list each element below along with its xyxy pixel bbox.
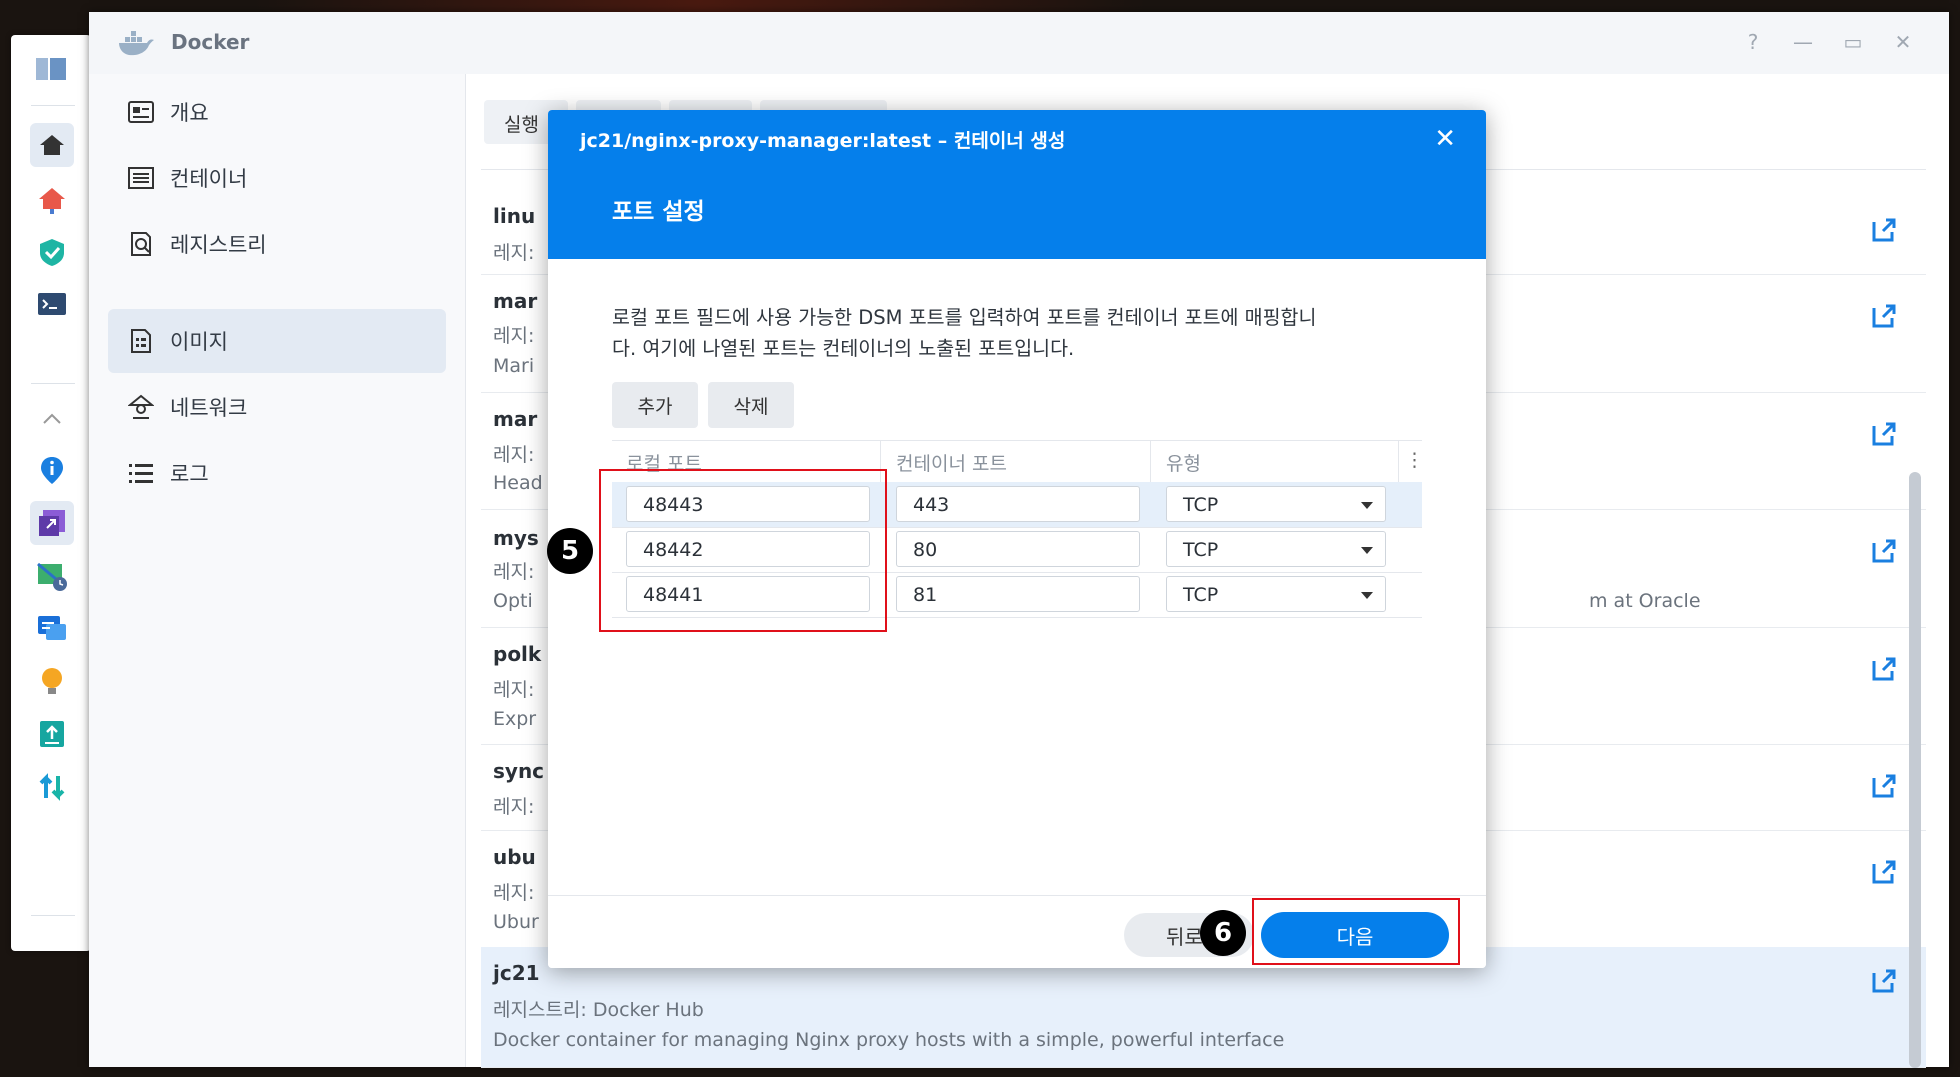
external-link-icon[interactable] <box>1870 967 1898 995</box>
window-title: Docker <box>171 30 250 54</box>
chat-icon[interactable] <box>30 607 74 651</box>
help-button[interactable]: ? <box>1739 30 1767 54</box>
external-link-icon[interactable] <box>1870 216 1898 244</box>
sidebar-item-container[interactable]: 컨테이너 <box>108 146 446 210</box>
type-select[interactable]: TCP <box>1166 576 1386 612</box>
external-link-icon[interactable] <box>1870 655 1898 683</box>
house-network-icon[interactable] <box>30 178 74 222</box>
step-badge-6: 6 <box>1200 910 1246 956</box>
chevron-down-icon <box>1361 502 1373 509</box>
close-window-button[interactable]: ✕ <box>1889 30 1917 54</box>
overview-icon <box>126 97 156 127</box>
sidebar-item-label: 이미지 <box>170 330 228 354</box>
sidebar-nav: 개요 컨테이너 레지스트리 이미지 네트워크 로그 <box>89 74 466 1067</box>
scrollbar[interactable] <box>1909 472 1921 1068</box>
external-link-icon[interactable] <box>1870 537 1898 565</box>
sidebar-item-label: 네트워크 <box>170 396 248 420</box>
sidebar-item-label: 로그 <box>170 462 209 486</box>
docker-app-icon[interactable] <box>30 501 74 545</box>
image-icon <box>126 326 156 356</box>
docker-whale-icon <box>117 29 155 61</box>
sidebar-item-label: 컨테이너 <box>170 167 248 191</box>
chevron-down-icon <box>1361 547 1373 554</box>
maximize-button[interactable]: ▭ <box>1839 30 1867 54</box>
container-port-input[interactable]: 81 <box>896 576 1140 612</box>
home-icon[interactable] <box>30 123 74 167</box>
sidebar-item-image[interactable]: 이미지 <box>108 309 446 373</box>
container-port-input[interactable]: 443 <box>896 486 1140 522</box>
upload-icon[interactable] <box>30 712 74 756</box>
column-header-container-port[interactable]: 컨테이너 포트 <box>896 449 1007 476</box>
close-icon[interactable]: ✕ <box>1434 124 1456 154</box>
dsm-logo-icon[interactable] <box>30 47 74 91</box>
sidebar-item-overview[interactable]: 개요 <box>108 80 446 144</box>
container-icon <box>126 163 156 193</box>
sidebar-item-log[interactable]: 로그 <box>108 441 446 505</box>
column-menu-icon[interactable]: ⋮ <box>1405 449 1424 471</box>
sidebar-item-network[interactable]: 네트워크 <box>108 375 446 439</box>
highlight-box-next <box>1252 898 1460 965</box>
section-title: 포트 설정 <box>612 199 705 225</box>
highlight-box-local-ports <box>599 469 887 632</box>
column-header-type[interactable]: 유형 <box>1166 449 1201 476</box>
registry-icon <box>126 229 156 259</box>
add-button[interactable]: 추가 <box>612 382 698 428</box>
external-link-icon[interactable] <box>1870 420 1898 448</box>
step-badge-5: 5 <box>547 528 593 574</box>
external-link-icon[interactable] <box>1870 772 1898 800</box>
chevron-up-icon[interactable] <box>30 397 74 441</box>
container-port-input[interactable]: 80 <box>896 531 1140 567</box>
terminal-icon[interactable] <box>30 282 74 326</box>
log-icon <box>126 458 156 488</box>
dialog-title: jc21/nginx-proxy-manager:latest – 컨테이너 생… <box>580 130 1066 152</box>
sidebar-item-registry[interactable]: 레지스트리 <box>108 212 446 276</box>
sidebar-item-label: 개요 <box>170 101 209 125</box>
delete-button[interactable]: 삭제 <box>708 382 794 428</box>
external-link-icon[interactable] <box>1870 858 1898 886</box>
sync-icon[interactable] <box>30 765 74 809</box>
dialog-description: 로컬 포트 필드에 사용 가능한 DSM 포트를 입력하여 포트를 컨테이너 포… <box>612 306 1317 360</box>
dsm-taskbar <box>11 35 91 951</box>
type-select[interactable]: TCP <box>1166 531 1386 567</box>
dialog-header: jc21/nginx-proxy-manager:latest – 컨테이너 생… <box>548 110 1486 259</box>
external-link-icon[interactable] <box>1870 302 1898 330</box>
chevron-down-icon <box>1361 592 1373 599</box>
mail-clock-icon[interactable] <box>30 554 74 598</box>
network-icon <box>126 392 156 422</box>
lightbulb-icon[interactable] <box>30 660 74 704</box>
type-select[interactable]: TCP <box>1166 486 1386 522</box>
sidebar-item-label: 레지스트리 <box>170 233 267 257</box>
shield-icon[interactable] <box>30 230 74 274</box>
window-titlebar: Docker ? — ▭ ✕ <box>89 12 1949 75</box>
info-icon[interactable] <box>30 448 74 492</box>
minimize-button[interactable]: — <box>1789 30 1817 54</box>
